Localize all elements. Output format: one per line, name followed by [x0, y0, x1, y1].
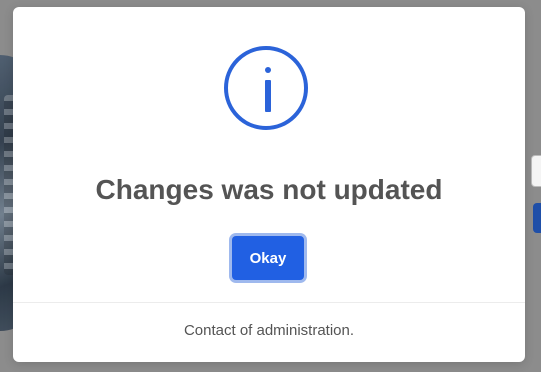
info-icon-stem — [265, 80, 271, 112]
background-input — [531, 155, 541, 187]
dialog-footer-text: Contact of administration. — [183, 322, 355, 339]
info-icon-dot — [265, 67, 271, 73]
alert-dialog: Changes was not updated Okay Contact of … — [13, 7, 525, 362]
okay-button[interactable]: Okay — [232, 236, 304, 280]
info-icon — [224, 46, 308, 130]
background-button — [533, 203, 541, 233]
dialog-title: Changes was not updated — [95, 174, 443, 205]
footer-divider — [13, 302, 525, 303]
